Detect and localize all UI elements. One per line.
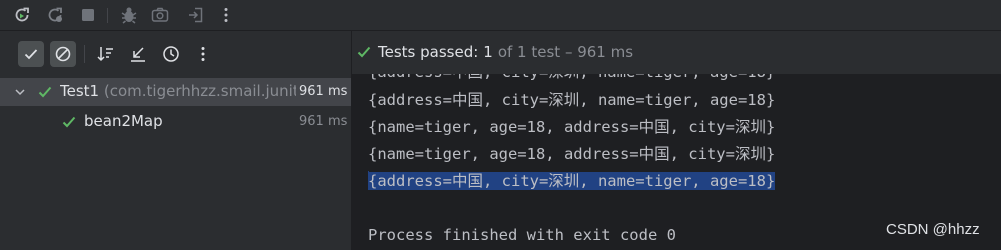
exit-message: Process finished with exit code 0	[368, 226, 676, 244]
status-summary: of 1 test – 961 ms	[497, 43, 634, 61]
status-label: Tests passed:	[378, 43, 479, 61]
tree-item-label: Test1 (com.tigerhhzz.smail.junit	[60, 82, 296, 100]
check-icon	[357, 46, 371, 58]
collapse-icon	[131, 47, 145, 62]
check-icon	[38, 86, 52, 98]
test-status: Tests passed: 1 of 1 test – 961 ms	[356, 43, 633, 61]
test-duration: 961 ms	[299, 84, 348, 99]
rerun-failed-icon[interactable]	[43, 3, 67, 27]
toolbar-separator	[84, 45, 85, 63]
console-line: {name=tiger, age=18, address=中国, city=深圳…	[368, 145, 776, 163]
console-line-selected[interactable]: {address=中国, city=深圳, name=tiger, age=18…	[368, 171, 776, 191]
test-duration: 961 ms	[299, 114, 348, 129]
chevron-down-icon[interactable]	[14, 86, 26, 98]
collapse-button[interactable]	[125, 41, 151, 67]
sort-button[interactable]	[93, 41, 119, 67]
console-line: {address=中国, city=深圳, name=tiger, age=18…	[368, 74, 775, 82]
sort-icon	[97, 47, 113, 62]
show-passed-button[interactable]	[18, 41, 44, 67]
test-tree: Test1 (com.tigerhhzz.smail.junit 961 ms …	[0, 74, 351, 250]
test-method-name: bean2Map	[84, 112, 163, 130]
exit-icon[interactable]	[184, 3, 208, 27]
console-line: {address=中国, city=深圳, name=tiger, age=18…	[368, 91, 776, 109]
console-line: {name=tiger, age=18, address=中国, city=深圳…	[368, 118, 776, 136]
selected-text: {address=中国, city=深圳, name=tiger, age=18…	[368, 172, 776, 190]
tree-item-bean2map[interactable]: bean2Map 961 ms	[0, 108, 351, 136]
more-vertical-icon	[201, 47, 205, 61]
top-toolbar	[0, 0, 1001, 30]
test-class-name: Test1	[60, 82, 100, 100]
toolbar-separator	[107, 8, 108, 23]
watermark: CSDN @hhzz	[886, 221, 980, 238]
screenshot-icon[interactable]	[148, 3, 172, 27]
tree-item-test1[interactable]: Test1 (com.tigerhhzz.smail.junit 961 ms	[0, 78, 351, 106]
show-ignored-button[interactable]	[50, 41, 76, 67]
more-options-button[interactable]	[190, 41, 216, 67]
history-button[interactable]	[158, 41, 184, 67]
check-icon	[62, 116, 76, 128]
test-class-package: (com.tigerhhzz.smail.junit	[103, 82, 296, 100]
stop-icon[interactable]	[76, 3, 100, 27]
more-vertical-icon[interactable]	[214, 3, 238, 27]
status-count: 1	[483, 43, 493, 61]
rerun-icon[interactable]	[10, 3, 34, 27]
history-icon	[163, 46, 179, 62]
show-passed-icon	[24, 49, 38, 60]
show-ignored-icon	[55, 46, 71, 62]
debug-icon[interactable]	[117, 3, 141, 27]
test-runner-toolbar: Tests passed: 1 of 1 test – 961 ms	[0, 31, 1001, 74]
